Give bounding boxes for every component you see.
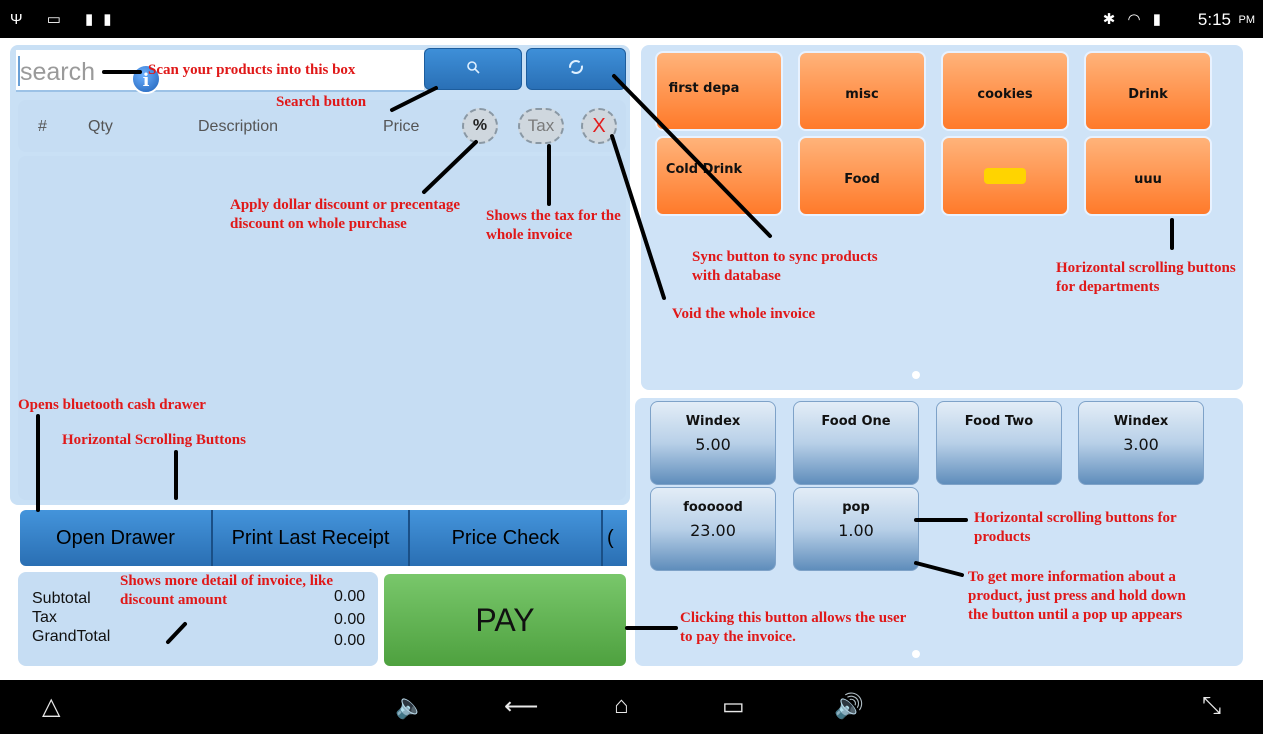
volume-down-icon[interactable]: 🔈 (395, 692, 425, 721)
arrow-more-detail (166, 622, 187, 644)
up-icon[interactable]: △ (42, 692, 60, 721)
note-search-button: Search button (276, 94, 367, 110)
back-icon[interactable]: ⟵ (504, 692, 538, 721)
note-pay: Clicking this button allows the user to … (680, 610, 907, 645)
note-discount: Apply dollar discount or precentage disc… (230, 197, 461, 232)
arrow-product-info (914, 561, 964, 577)
note-open-drawer: Opens bluetooth cash drawer (18, 397, 206, 413)
note-dept-scroll: Horizontal scrolling buttons for departm… (1056, 260, 1236, 295)
note-sync: Sync button to sync products with databa… (692, 249, 878, 284)
note-h-scroll: Horizontal Scrolling Buttons (62, 432, 246, 448)
note-prod-scroll: Horizontal scrolling buttons for product… (974, 510, 1177, 545)
arrow-discount (422, 140, 478, 194)
recents-icon[interactable]: ▭ (722, 692, 745, 721)
note-more-detail: Shows more detail of invoice, like disco… (120, 573, 334, 608)
nav-bar: △ 🔈 ⟵ ⌂ ▭ 🔊 ⤡ (0, 680, 1263, 734)
note-product-info: To get more information about a product,… (968, 569, 1186, 623)
note-tax: Shows the tax for the whole invoice (486, 208, 621, 243)
volume-up-icon[interactable]: 🔊 (834, 692, 864, 721)
note-void: Void the whole invoice (672, 306, 816, 322)
fullscreen-icon[interactable]: ⤡ (1202, 692, 1221, 720)
home-icon[interactable]: ⌂ (614, 692, 629, 720)
note-scan: Scan your products into this box (148, 62, 356, 78)
